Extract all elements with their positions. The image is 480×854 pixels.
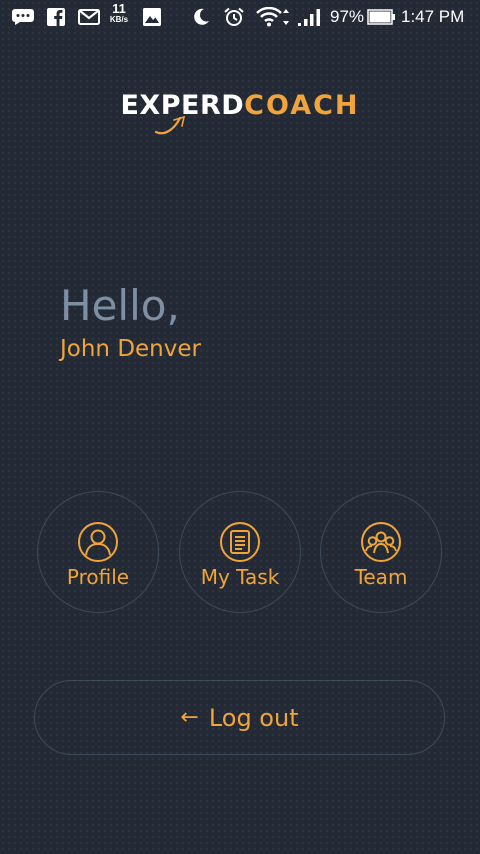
signal-icon bbox=[296, 8, 324, 26]
my-task-button[interactable]: My Task bbox=[179, 491, 301, 613]
alarm-icon bbox=[222, 7, 246, 26]
profile-icon bbox=[78, 522, 118, 562]
clock: 1:47 PM bbox=[401, 7, 465, 26]
wifi-icon bbox=[256, 7, 290, 27]
team-label: Team bbox=[354, 565, 408, 589]
team-button[interactable]: Team bbox=[320, 491, 442, 613]
user-name: John Denver bbox=[60, 336, 201, 362]
profile-button[interactable]: Profile bbox=[37, 491, 159, 613]
logo-text-coach: COACH bbox=[244, 90, 360, 121]
facebook-icon bbox=[46, 8, 66, 26]
logout-label: Log out bbox=[208, 703, 299, 732]
battery-icon bbox=[367, 8, 397, 26]
task-list-icon bbox=[220, 522, 260, 562]
greeting-hello: Hello, bbox=[60, 281, 180, 330]
image-icon bbox=[142, 8, 162, 26]
moon-icon bbox=[190, 8, 212, 26]
team-icon bbox=[361, 522, 401, 562]
logout-button[interactable]: ← Log out bbox=[34, 680, 445, 755]
status-bar: 11 KB/s 97% 1:47 PM bbox=[0, 0, 480, 34]
my-task-label: My Task bbox=[200, 565, 280, 589]
profile-label: Profile bbox=[66, 565, 130, 589]
network-speed: 11 KB/s bbox=[109, 1, 129, 24]
arrow-left-icon: ← bbox=[180, 704, 199, 730]
logo-swoosh-icon bbox=[154, 115, 186, 135]
chat-icon bbox=[10, 8, 36, 26]
battery-percent: 97% bbox=[330, 7, 365, 26]
app-logo: EXPERDCOACH bbox=[0, 88, 480, 124]
gmail-icon bbox=[78, 8, 100, 26]
